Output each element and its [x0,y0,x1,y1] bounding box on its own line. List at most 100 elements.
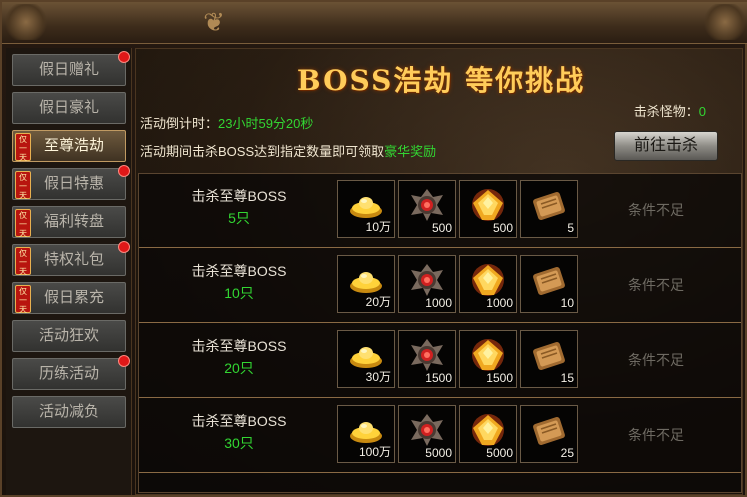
window-frame: ❦ 假日赠礼 假日豪礼仅一天至尊浩劫仅一天假日特惠仅一天福利转盘仅一天特权礼包仅一… [0,0,747,497]
one-day-tag-char: 天 [19,305,27,314]
sidebar-item-2[interactable]: 仅一天至尊浩劫 [12,130,126,162]
claim-status: 条件不足 [628,277,684,293]
sidebar-item-label: 历练活动 [38,365,99,382]
sidebar-item-label: 假日特惠 [43,175,104,192]
reward-row: 击杀至尊BOSS 30只 100万 5000 5000 25 条件不足 [139,399,741,473]
demon-emblem-icon [411,264,443,296]
sidebar-item-label: 活动减负 [38,403,99,420]
row-title: 击杀至尊BOSS [191,338,287,354]
reward-quantity: 5000 [486,446,513,460]
gold-gem-icon [472,414,504,446]
one-day-tag-char: 一 [19,144,27,153]
reward-quantity: 100万 [358,445,391,459]
one-day-tag-char: 天 [19,153,27,162]
sidebar-item-4[interactable]: 仅一天福利转盘 [12,206,126,238]
reward-quantity: 500 [492,221,513,235]
description-highlight: 豪华奖励 [384,144,437,159]
sidebar: 假日赠礼 假日豪礼仅一天至尊浩劫仅一天假日特惠仅一天福利转盘仅一天特权礼包仅一天假… [6,48,132,495]
notification-dot-icon [118,355,130,367]
reward-slot[interactable]: 5000 [459,405,517,463]
reward-quantity: 5 [567,221,574,235]
reward-slot[interactable]: 10 [520,255,578,313]
countdown: 活动倒计时：23小时59分20秒 [140,113,313,132]
reward-quantity: 25 [560,446,574,460]
one-day-tag-char: 天 [19,267,27,276]
notification-dot-icon [118,165,130,177]
one-day-tag: 仅一天 [15,133,31,162]
sidebar-item-label: 假日累充 [43,289,104,306]
sidebar-item-7[interactable]: 活动狂欢 [12,320,126,352]
reward-quantity: 15 [560,371,574,385]
reward-slot[interactable]: 500 [398,180,456,238]
one-day-tag-char: 一 [19,258,27,267]
sidebar-item-8[interactable]: 历练活动 [12,355,130,390]
gold-gem-icon [472,264,504,296]
reward-slot[interactable]: 1500 [459,330,517,388]
reward-quantity: 5000 [425,446,452,460]
activity-description: 活动期间击杀BOSS达到指定数量即可领取豪华奖励 [140,141,436,160]
reward-slot[interactable]: 1500 [398,330,456,388]
kill-count: 击杀怪物：0 [634,101,706,120]
reward-row: 击杀至尊BOSS 5只 10万 500 500 5 条件不足 [139,174,741,248]
sidebar-item-label: 至尊浩劫 [43,137,104,154]
reward-slot[interactable]: 10万 [337,180,395,238]
one-day-tag-char: 仅 [19,135,27,144]
one-day-tag: 仅一天 [15,247,31,276]
reward-slot[interactable]: 15 [520,330,578,388]
gold-gem-icon [472,189,504,221]
reward-slot[interactable]: 1000 [459,255,517,313]
claim-status: 条件不足 [628,427,684,443]
row-title: 击杀至尊BOSS [191,188,287,204]
reward-quantity: 1500 [425,371,452,385]
one-day-tag-char: 一 [19,182,27,191]
flame-crest-icon: ❦ [203,8,225,38]
reward-slot[interactable]: 30万 [337,330,395,388]
reward-quantity: 1000 [425,296,452,310]
notification-dot-icon [118,51,130,63]
one-day-tag-char: 一 [19,296,27,305]
one-day-tag-char: 天 [19,191,27,200]
sidebar-item-label: 假日豪礼 [38,99,99,116]
sidebar-item-1[interactable]: 假日豪礼 [12,92,126,124]
notification-dot-icon [118,241,130,253]
reward-slot[interactable]: 5 [520,180,578,238]
go-kill-button[interactable]: 前往击杀 [614,131,718,161]
one-day-tag: 仅一天 [15,209,31,238]
one-day-tag-char: 仅 [19,211,27,220]
reward-quantity: 500 [431,221,452,235]
reward-quantity: 1500 [486,371,513,385]
one-day-tag-char: 仅 [19,249,27,258]
one-day-tag: 仅一天 [15,285,31,314]
countdown-label: 活动倒计时： [140,116,219,131]
reward-quantity: 10 [560,296,574,310]
sidebar-item-3[interactable]: 仅一天 假日特惠 [12,165,130,200]
sidebar-item-label: 福利转盘 [43,213,104,230]
sidebar-item-5[interactable]: 仅一天特权礼包 [12,241,130,276]
reward-slot[interactable]: 25 [520,405,578,463]
reward-row: 击杀至尊BOSS 10只 20万 1000 1000 10 条件不足 [139,249,741,323]
reward-row: 击杀至尊BOSS 20只 30万 1500 1500 15 条件不足 [139,324,741,398]
sidebar-item-9[interactable]: 活动减负 [12,396,126,428]
reward-slot[interactable]: 20万 [337,255,395,313]
reward-slot[interactable]: 500 [459,180,517,238]
countdown-time: 23小时59分20秒 [218,116,314,131]
dragon-corner-right-icon [703,4,747,40]
gold-gem-icon [472,339,504,371]
top-ornament: ❦ [2,2,747,44]
scroll-icon [533,416,565,446]
row-kill-count: 30只 [224,435,254,451]
sidebar-item-0[interactable]: 假日赠礼 [12,51,130,86]
reward-slot[interactable]: 5000 [398,405,456,463]
banner-title: BOSS浩劫 等你挑战 [296,64,586,97]
reward-slot[interactable]: 1000 [398,255,456,313]
row-kill-count: 5只 [228,210,250,226]
sidebar-item-label: 特权礼包 [43,251,104,268]
row-kill-count: 20只 [224,360,254,376]
one-day-tag-char: 仅 [19,173,27,182]
reward-quantity: 30万 [365,370,391,384]
demon-emblem-icon [411,339,443,371]
reward-slot[interactable]: 100万 [337,405,395,463]
sidebar-item-6[interactable]: 仅一天假日累充 [12,282,126,314]
demon-emblem-icon [411,189,443,221]
scroll-icon [533,341,565,371]
